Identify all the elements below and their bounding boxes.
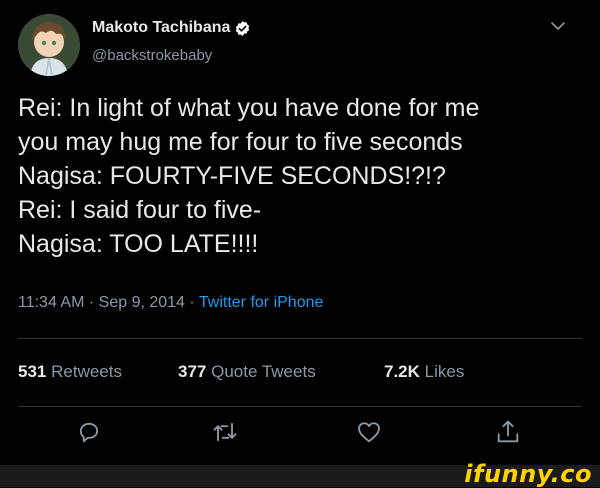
watermark-bar: ifunny.co: [0, 461, 600, 487]
tweet-meta: 11:34 AM · Sep 9, 2014 · Twitter for iPh…: [18, 294, 323, 312]
display-name[interactable]: Makoto Tachibana: [92, 19, 230, 37]
verified-badge-icon: [234, 20, 251, 37]
retweet-button[interactable]: [211, 418, 239, 446]
user-handle[interactable]: @backstrokebaby: [92, 47, 212, 64]
retweets-stat[interactable]: 531 Retweets: [18, 362, 122, 382]
share-icon: [497, 420, 519, 443]
retweets-label: Retweets: [51, 362, 122, 381]
avatar[interactable]: [18, 14, 80, 76]
tweet-text-line: Rei: In light of what you have done for …: [18, 94, 480, 122]
quote-tweets-stat[interactable]: 377 Quote Tweets: [178, 362, 316, 382]
tweet-text: Rei: In light of what you have done for …: [18, 91, 588, 261]
tweet-card: Makoto Tachibana @backstrokebaby Rei: In…: [0, 0, 600, 465]
like-button[interactable]: [355, 418, 383, 446]
retweets-count: 531: [18, 362, 47, 381]
likes-label: Likes: [424, 362, 465, 381]
author-name-row[interactable]: Makoto Tachibana: [92, 19, 251, 37]
ifunny-watermark-logo: ifunny.co: [464, 460, 592, 488]
reply-button[interactable]: [75, 418, 103, 446]
tweet-date[interactable]: Sep 9, 2014: [99, 294, 185, 311]
more-options-chevron-down-icon[interactable]: [550, 18, 566, 34]
tweet-text-line: Rei: I said four to five-: [18, 196, 262, 224]
share-button[interactable]: [494, 418, 522, 446]
tweet-text-line: Nagisa: FOURTY-FIVE SECONDS!?!?: [18, 162, 446, 190]
retweet-icon: [213, 422, 237, 442]
action-bar: [0, 418, 600, 454]
tweet-time[interactable]: 11:34 AM: [18, 294, 84, 311]
divider: [18, 338, 582, 339]
reply-icon: [79, 422, 99, 443]
quote-tweets-count: 377: [178, 362, 207, 381]
likes-count: 7.2K: [384, 362, 420, 381]
tweet-source-link[interactable]: Twitter for iPhone: [199, 294, 324, 311]
tweet-text-line: you may hug me for four to five seconds: [18, 128, 463, 156]
like-icon: [358, 422, 380, 443]
quote-tweets-label: Quote Tweets: [211, 362, 316, 381]
meta-separator: ·: [189, 294, 195, 311]
tweet-text-line: Nagisa: TOO LATE!!!!: [18, 230, 259, 258]
avatar-image: [18, 14, 80, 76]
meta-separator: ·: [88, 294, 95, 311]
divider: [18, 406, 582, 407]
likes-stat[interactable]: 7.2K Likes: [384, 362, 464, 382]
